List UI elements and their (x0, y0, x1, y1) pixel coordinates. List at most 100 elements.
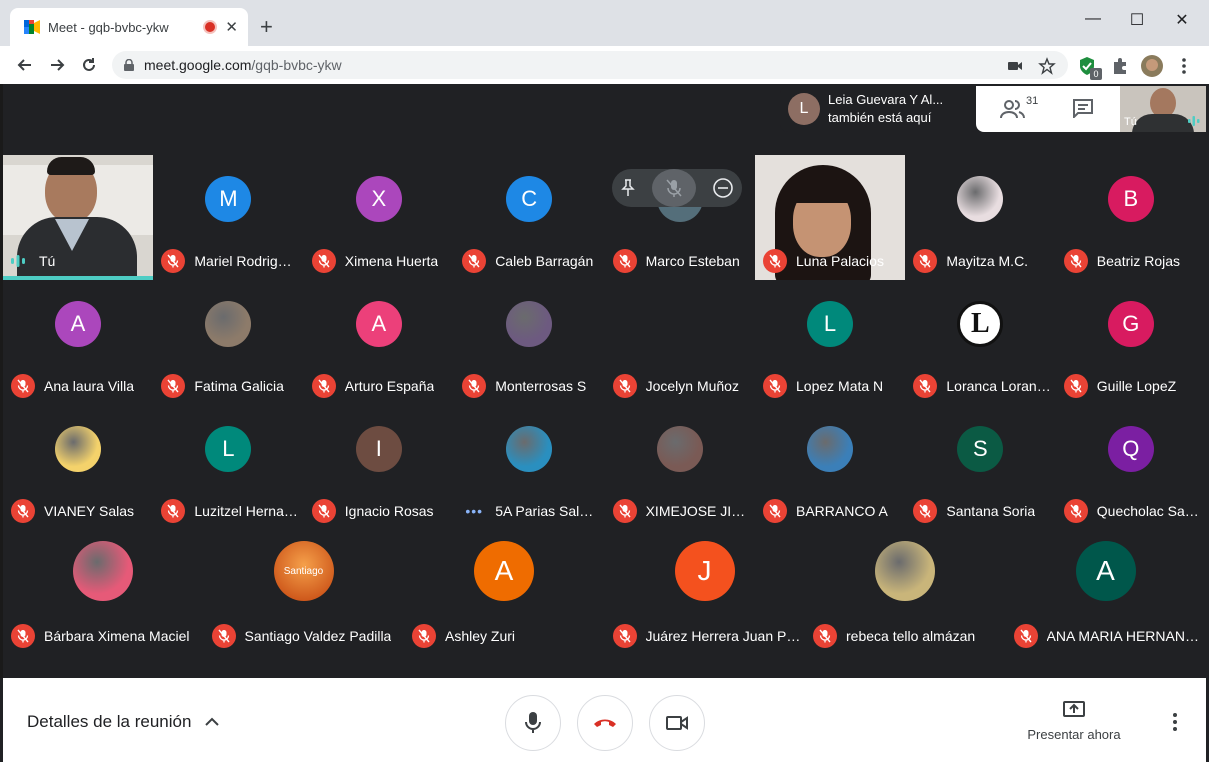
participant-avatar (506, 301, 553, 347)
extensions-puzzle-icon[interactable] (1110, 56, 1130, 76)
self-preview-tile[interactable]: Tú (1120, 86, 1206, 132)
participant-tile[interactable]: S Santana Soria (905, 405, 1055, 530)
participant-name: Ximena Huerta (344, 253, 439, 269)
participant-tile[interactable]: rebeca tello almázan (805, 530, 1005, 655)
camera-button[interactable] (649, 695, 705, 751)
close-window-button[interactable]: ✕ (1167, 10, 1197, 30)
participant-tile[interactable]: Jocelyn Muñoz (605, 280, 755, 405)
participant-tile[interactable]: VIANEY Salas (3, 405, 153, 530)
lock-icon (124, 59, 134, 71)
participant-avatar: C (506, 176, 553, 222)
present-now-button[interactable]: Presentar ahora (1019, 700, 1129, 742)
participant-name: Tú (39, 253, 56, 269)
reload-icon (83, 58, 95, 71)
pin-icon[interactable] (620, 179, 636, 197)
participant-tile[interactable]: L Luzitzel Hernandez (153, 405, 303, 530)
video-fringe (791, 179, 853, 203)
mic-off-icon (666, 179, 682, 197)
participant-name: Arturo España (344, 378, 435, 394)
maximize-button[interactable]: ☐ (1122, 10, 1152, 30)
tab-close-icon[interactable]: ✕ (225, 18, 238, 36)
participant-tile[interactable]: Fatima Galicia (153, 280, 303, 405)
participant-tile[interactable]: ••• 5A Parias Saldaña (454, 405, 604, 530)
participant-tile[interactable]: A Ana laura Villa (3, 280, 153, 405)
mic-off-icon (612, 249, 637, 273)
participant-avatar (506, 426, 553, 472)
participant-name: XIMEJOSE JIMENEZ (645, 503, 751, 519)
participant-tile[interactable]: BARRANCO A (755, 405, 905, 530)
participant-namebar: Lopez Mata N (763, 374, 901, 398)
browser-tab[interactable]: Meet - gqb-bvbc-ykw ✕ (10, 8, 248, 46)
meeting-details-button[interactable]: Detalles de la reunión (27, 712, 220, 732)
mic-off-icon (763, 499, 787, 523)
participant-tile[interactable]: L Lopez Mata N (755, 280, 905, 405)
forward-button[interactable] (46, 54, 68, 76)
participant-tile[interactable]: X Ximena Huerta (304, 155, 454, 280)
participant-name: rebeca tello almázan (846, 628, 976, 644)
hang-up-icon (594, 719, 616, 727)
participant-tile[interactable]: I Ignacio Rosas (304, 405, 454, 530)
profile-face (1146, 59, 1158, 71)
camera-in-use-icon[interactable] (1006, 57, 1024, 75)
tile-hover-controls (612, 169, 742, 207)
participant-tile[interactable]: Mayitza M.C. (905, 155, 1055, 280)
people-button[interactable]: 31 (1000, 95, 1040, 122)
participant-tile[interactable]: L Loranca Loranca (905, 280, 1055, 405)
participant-name: Ana laura Villa (44, 378, 135, 394)
participant-tile[interactable]: B Beatriz Rojas (1056, 155, 1206, 280)
leave-call-button[interactable] (577, 695, 633, 751)
participant-tile[interactable]: J Juárez Herrera Juan Pablo (605, 530, 805, 655)
participant-tile[interactable]: Monterrosas S (454, 280, 604, 405)
participant-tile[interactable]: Santiago Santiago Valdez Padilla (204, 530, 404, 655)
back-button[interactable] (14, 54, 36, 76)
mic-off-icon (913, 374, 938, 398)
participant-tile[interactable]: A ANA MARIA HERNANDEZ (1006, 530, 1206, 655)
participant-tile[interactable]: Tú (3, 155, 153, 280)
mic-off-icon (913, 249, 938, 273)
participant-name: ANA MARIA HERNANDEZ (1046, 628, 1202, 644)
mic-off-icon (211, 624, 236, 648)
participant-name: Lopez Mata N (796, 378, 884, 394)
participant-avatar (656, 426, 703, 472)
participant-namebar: Bárbara Ximena Maciel (11, 624, 199, 648)
participant-avatar: Santiago (273, 541, 334, 601)
participant-avatar: M (205, 176, 252, 222)
microphone-button[interactable] (505, 695, 561, 751)
participant-tile[interactable]: A Ashley Zuri (404, 530, 604, 655)
participant-namebar: Ana laura Villa (11, 374, 149, 398)
address-bar[interactable]: meet.google.com/gqb-bvbc-ykw (112, 51, 1068, 79)
participant-tile[interactable]: Q Quecholac Salas (1056, 405, 1206, 530)
chat-button[interactable] (1072, 98, 1096, 122)
participant-tile[interactable]: A Arturo España (304, 280, 454, 405)
mic-off-icon (612, 624, 637, 648)
browser-menu-icon[interactable] (1174, 56, 1194, 76)
remove-participant-icon[interactable] (712, 177, 734, 199)
participant-tile[interactable]: G Guille LopeZ (1056, 280, 1206, 405)
participant-tile[interactable]: Bárbara Ximena Maciel (3, 530, 203, 655)
participant-name: Jocelyn Muñoz (645, 378, 739, 394)
new-tab-button[interactable]: + (260, 16, 273, 38)
minimize-button[interactable]: — (1078, 10, 1108, 28)
participant-tile[interactable]: XIMEJOSE JIMENEZ (605, 405, 755, 530)
participant-namebar: Ashley Zuri (412, 624, 600, 648)
participant-tile[interactable]: M Mariel Rodriguez (153, 155, 303, 280)
microphone-icon (525, 712, 541, 733)
camera-icon (666, 716, 688, 730)
reload-button[interactable] (78, 54, 100, 76)
mic-off-icon (1063, 499, 1088, 523)
more-options-icon[interactable] (1165, 710, 1185, 734)
url-host: meet.google.com (144, 57, 252, 73)
participant-avatar: G (1107, 301, 1154, 347)
participant-tile[interactable]: C Caleb Barragán (454, 155, 604, 280)
participant-tile[interactable]: Luna Palacios (755, 155, 905, 280)
bookmark-star-icon[interactable] (1038, 57, 1056, 75)
participant-namebar: Caleb Barragán (462, 249, 600, 273)
mic-off-icon (311, 249, 336, 273)
mute-participant-button[interactable] (652, 169, 696, 207)
participant-namebar: Tú (11, 249, 149, 273)
url-path: /gqb-bvbc-ykw (251, 57, 342, 73)
profile-avatar[interactable] (1141, 55, 1163, 77)
participant-name: Beatriz Rojas (1096, 253, 1181, 269)
participant-namebar: Guille LopeZ (1063, 374, 1202, 398)
mic-off-icon (412, 624, 436, 648)
